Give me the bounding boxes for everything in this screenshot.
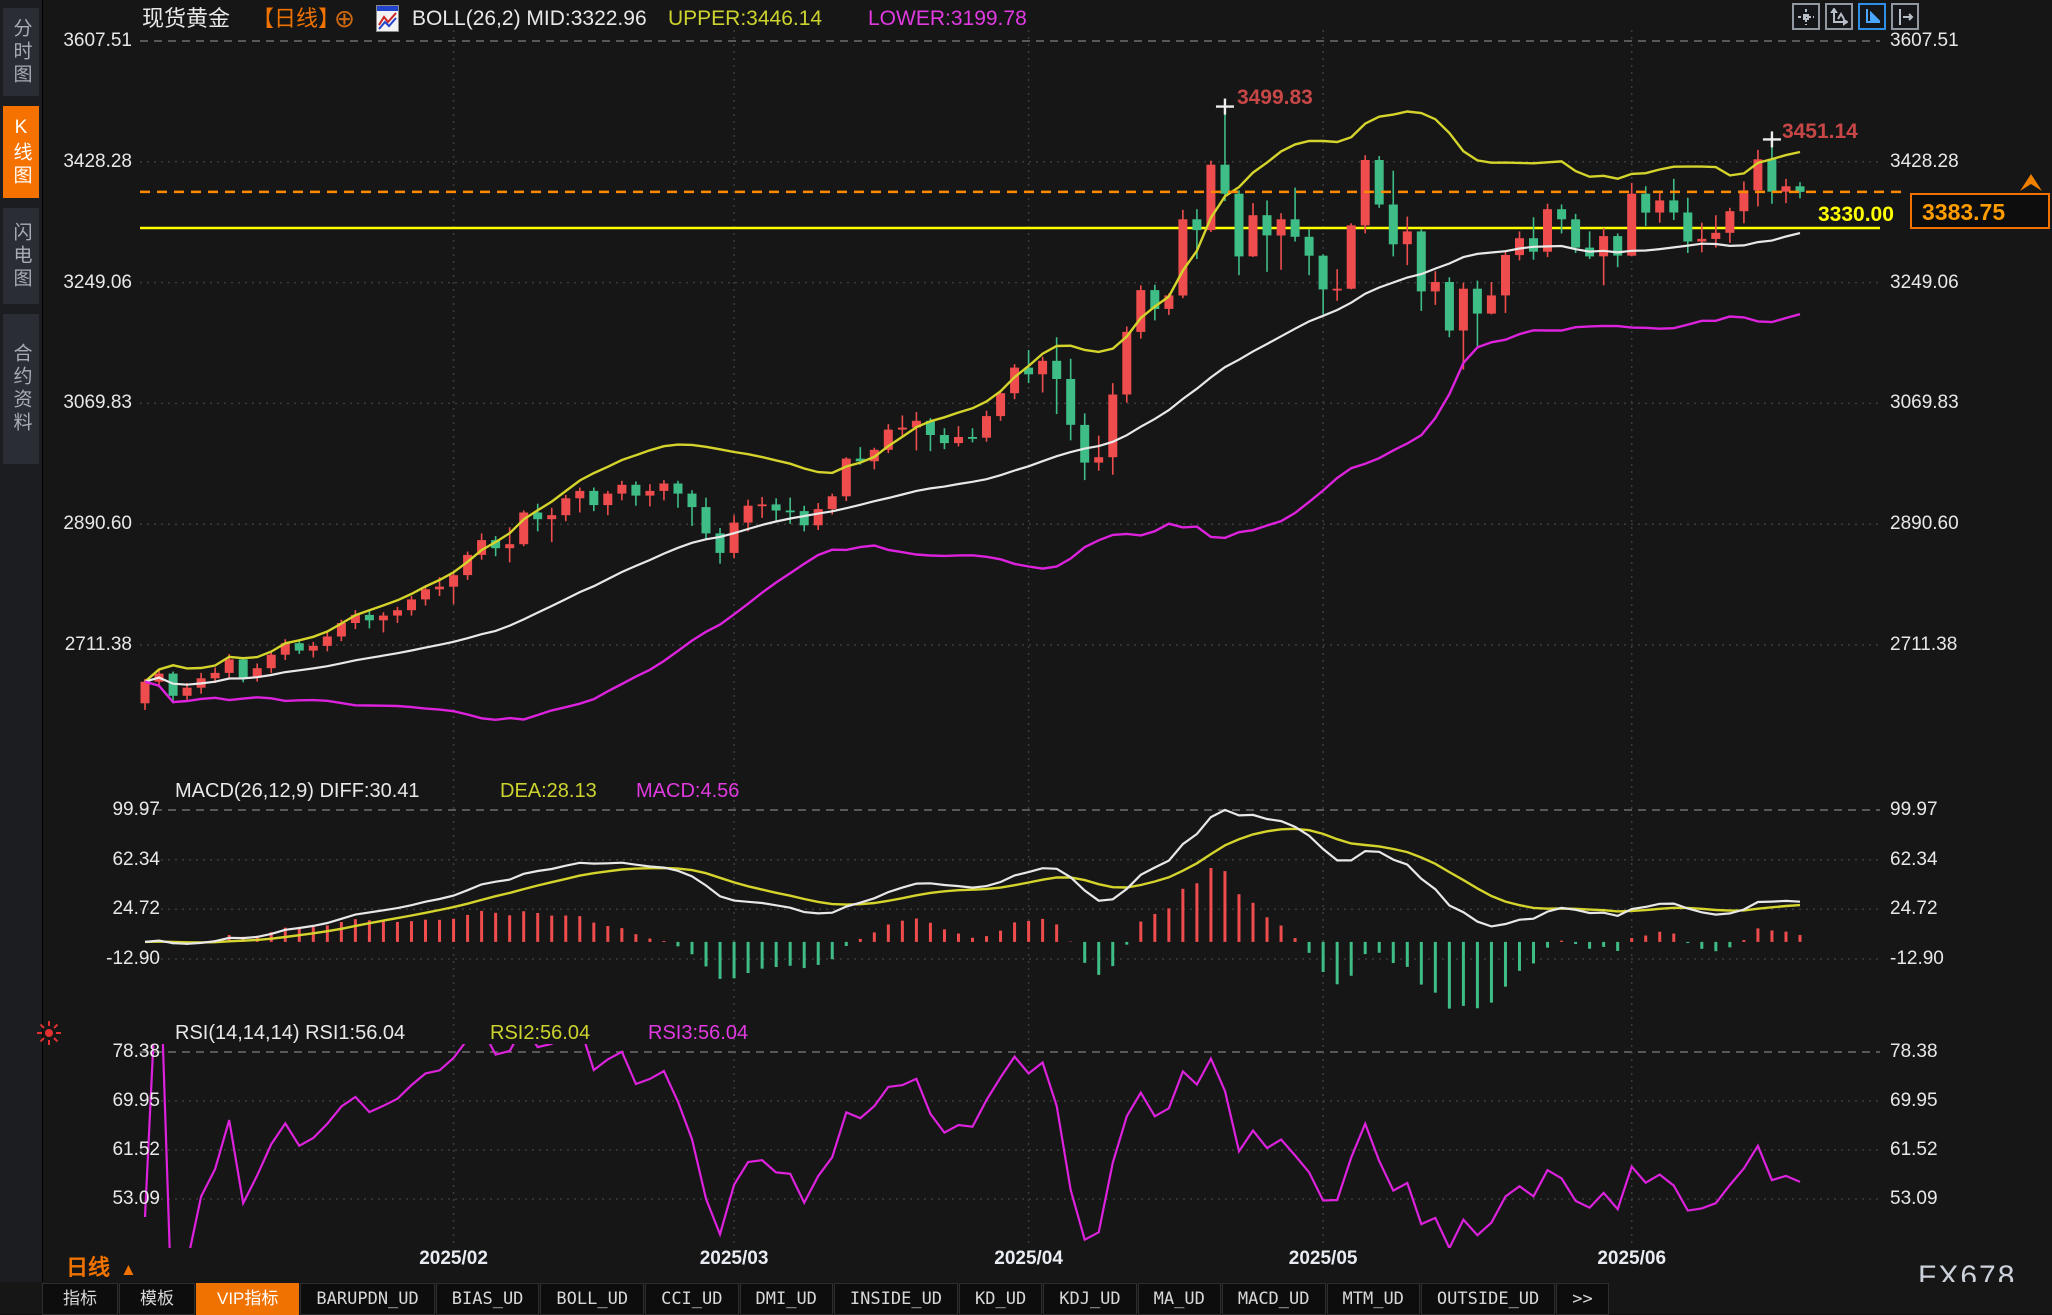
price-axis-label: 2890.60 xyxy=(1890,513,1959,534)
support-line-label: 3330.00 xyxy=(1818,203,1894,226)
tab-outside-ud[interactable]: OUTSIDE_UD xyxy=(1420,1283,1556,1315)
tab-indicators[interactable]: 指标 xyxy=(42,1283,118,1315)
sidebar: 分时图 K线图 闪电图 合约资料 xyxy=(0,0,43,1282)
period-arrow-icon: ▲ xyxy=(120,1260,137,1279)
boll-legend: BOLL(26,2) MID:3322.96 xyxy=(412,7,647,30)
price-axis-label: 3249.06 xyxy=(1890,272,1959,293)
boll-lower-legend: LOWER:3199.78 xyxy=(868,7,1027,30)
tab-cci-ud[interactable]: CCI_UD xyxy=(645,1283,739,1315)
macd-axis-label: 62.34 xyxy=(112,849,160,870)
crosshair-icon[interactable]: ⊕ xyxy=(334,6,355,32)
macd-axis-label: 24.72 xyxy=(1890,898,1938,919)
tab-kd-ud[interactable]: KD_UD xyxy=(959,1283,1043,1315)
rsi-axis-label: 53.09 xyxy=(112,1188,160,1209)
indicator-window-icon[interactable] xyxy=(376,5,399,37)
tab-barupdn-ud[interactable]: BARUPDN_UD xyxy=(300,1283,435,1315)
price-axis-label: 2711.38 xyxy=(64,634,132,655)
x-axis-month-label: 2025/02 xyxy=(419,1248,488,1269)
price-axis-label: 3069.83 xyxy=(63,392,132,413)
current-price-value: 3383.75 xyxy=(1922,199,2006,225)
period-label: 日线 xyxy=(66,1255,111,1280)
period-tag[interactable]: 【日线】 xyxy=(252,6,340,32)
rsi-axis-label: 61.52 xyxy=(112,1139,160,1160)
chart-toolbar xyxy=(1792,3,1919,30)
tab-mtm-ud[interactable]: MTM_UD xyxy=(1326,1283,1420,1315)
rsi2-legend: RSI2:56.04 xyxy=(490,1022,591,1044)
rsi-axis-label: 78.38 xyxy=(112,1041,160,1062)
chart-canvas[interactable] xyxy=(0,0,2052,1314)
macd-legend: MACD(26,12,9) DIFF:30.41 xyxy=(175,780,420,802)
tab-vip-indicators[interactable]: VIP指标 xyxy=(196,1283,300,1315)
rsi-axis-label: 69.95 xyxy=(112,1090,160,1111)
macd-axis-label: 99.97 xyxy=(1890,799,1938,820)
tab-macd-ud[interactable]: MACD_UD xyxy=(1221,1283,1326,1315)
x-axis-month-label: 2025/04 xyxy=(994,1248,1063,1269)
tab-ma-ud[interactable]: MA_UD xyxy=(1137,1283,1221,1315)
macd-value-legend: MACD:4.56 xyxy=(636,780,740,802)
price-axis-label: 3607.51 xyxy=(1890,30,1959,51)
price-axis-label: 3428.28 xyxy=(63,151,132,172)
sidebar-item-contract-info[interactable]: 合约资料 xyxy=(3,314,39,464)
macd-axis-label: 24.72 xyxy=(112,898,160,919)
symbol-title: 现货黄金 xyxy=(142,6,231,31)
tab-inside-ud[interactable]: INSIDE_UD xyxy=(833,1283,959,1315)
collapse-panel-icon[interactable] xyxy=(1891,3,1919,30)
price-up-arrow-icon xyxy=(2018,172,2044,197)
rsi-axis-label: 69.95 xyxy=(1890,1090,1938,1111)
price-axis-label: 2890.60 xyxy=(63,513,132,534)
sidebar-item-time-chart[interactable]: 分时图 xyxy=(3,8,39,96)
tab-bias-ud[interactable]: BIAS_UD xyxy=(435,1283,540,1315)
indicator-tab-bar: 指标 模板 VIP指标 BARUPDN_UD BIAS_UD BOLL_UD C… xyxy=(42,1282,2052,1315)
rsi-axis-label: 78.38 xyxy=(1890,1041,1938,1062)
price-axis-label: 3428.28 xyxy=(1890,151,1959,172)
tab-templates[interactable]: 模板 xyxy=(119,1283,195,1315)
rsi-axis-label: 61.52 xyxy=(1890,1139,1938,1160)
x-axis-month-label: 2025/03 xyxy=(699,1248,769,1269)
price-axis-label: 3069.83 xyxy=(1890,392,1959,413)
price-axis-label: 3607.51 xyxy=(63,30,132,51)
rsi-legend: RSI(14,14,14) RSI1:56.04 xyxy=(175,1022,406,1044)
period-selector[interactable]: 日线 ▲ xyxy=(66,1250,137,1282)
pan-icon[interactable] xyxy=(1792,3,1820,30)
peak-price-annotation: 3499.83 xyxy=(1236,86,1313,109)
recent-high-annotation: 3451.14 xyxy=(1781,120,1858,143)
price-axis-label: 3249.06 xyxy=(63,272,132,293)
price-axis-label: 2711.38 xyxy=(1890,634,1958,655)
axis-range-icon[interactable] xyxy=(1825,3,1853,30)
current-price-box: 3383.75 xyxy=(1910,193,2050,229)
auto-scale-icon[interactable] xyxy=(1858,3,1886,30)
boll-upper-legend: UPPER:3446.14 xyxy=(668,7,823,30)
sidebar-item-kline-chart[interactable]: K线图 xyxy=(3,106,39,198)
x-axis-month-label: 2025/06 xyxy=(1597,1248,1667,1269)
rsi3-legend: RSI3:56.04 xyxy=(648,1022,749,1044)
tab-boll-ud[interactable]: BOLL_UD xyxy=(540,1283,645,1315)
macd-axis-label: 62.34 xyxy=(1890,849,1938,870)
macd-axis-label: -12.90 xyxy=(106,948,160,969)
rsi-axis-label: 53.09 xyxy=(1890,1188,1938,1209)
sidebar-item-flash-chart[interactable]: 闪电图 xyxy=(3,208,39,304)
macd-dea-legend: DEA:28.13 xyxy=(500,780,597,802)
tab-dmi-ud[interactable]: DMI_UD xyxy=(739,1283,833,1315)
x-axis-month-label: 2025/05 xyxy=(1288,1248,1358,1269)
macd-axis-label: 99.97 xyxy=(112,799,160,820)
tab-more[interactable]: >> xyxy=(1556,1283,1609,1315)
macd-axis-label: -12.90 xyxy=(1890,948,1944,969)
tab-kdj-ud[interactable]: KDJ_UD xyxy=(1043,1283,1137,1315)
